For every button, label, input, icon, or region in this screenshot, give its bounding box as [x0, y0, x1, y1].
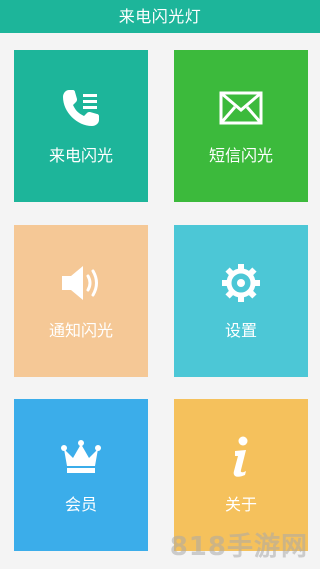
- phone-list-icon: [14, 86, 148, 130]
- tile-notification-flash-label: 通知闪光: [48, 321, 113, 340]
- tile-call-flash-label: 来电闪光: [48, 146, 113, 165]
- tile-membership[interactable]: 会员: [14, 399, 148, 551]
- crown-icon: [14, 435, 148, 479]
- tile-settings-label: 设置: [224, 321, 257, 340]
- tile-membership-label: 会员: [64, 495, 97, 514]
- info-icon: [174, 435, 308, 479]
- app-title: 来电闪光灯: [118, 7, 202, 26]
- gear-icon: [174, 261, 308, 305]
- tile-sms-flash[interactable]: 短信闪光: [174, 50, 308, 202]
- tile-sms-flash-label: 短信闪光: [208, 146, 273, 165]
- app-title-bar: 来电闪光灯: [0, 0, 320, 33]
- speaker-icon: [14, 261, 148, 305]
- tile-call-flash[interactable]: 来电闪光: [14, 50, 148, 202]
- tile-settings[interactable]: 设置: [174, 225, 308, 377]
- tile-notification-flash[interactable]: 通知闪光: [14, 225, 148, 377]
- watermark: 818手游网: [169, 532, 308, 562]
- envelope-icon: [174, 86, 308, 130]
- tile-about-label: 关于: [224, 495, 257, 514]
